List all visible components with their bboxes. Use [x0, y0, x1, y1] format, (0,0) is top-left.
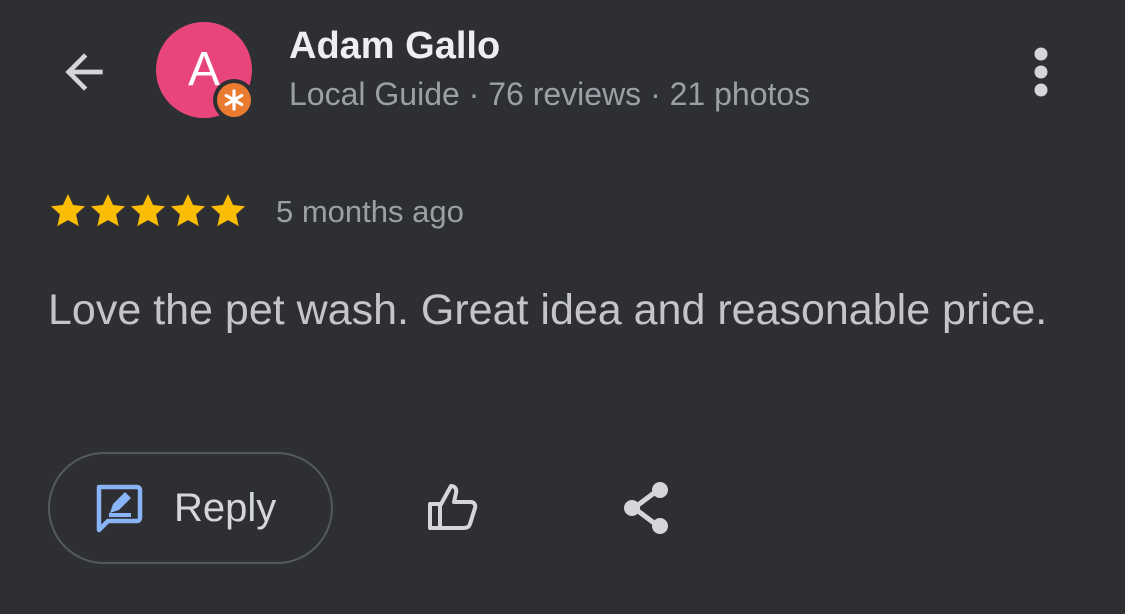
author-name[interactable]: Adam Gallo — [289, 25, 500, 68]
share-button[interactable] — [618, 478, 678, 538]
avatar[interactable]: A — [156, 22, 255, 121]
reply-icon — [96, 484, 143, 533]
star-icon — [170, 194, 206, 227]
star-icon — [130, 194, 166, 227]
local-guide-badge-icon — [213, 79, 255, 121]
author-meta: Local Guide · 76 reviews · 21 photos — [289, 76, 811, 112]
back-button[interactable] — [52, 40, 116, 104]
more-options-button[interactable] — [1016, 40, 1066, 104]
review-detail: A Adam Gallo Local Guide · 76 reviews · … — [0, 0, 1125, 614]
review-time: 5 months ago — [276, 194, 464, 229]
more-vertical-icon — [1034, 47, 1048, 97]
review-text: Love the pet wash. Great idea and reason… — [48, 286, 1048, 334]
share-icon — [624, 482, 668, 534]
star-rating — [48, 191, 248, 231]
like-button[interactable] — [422, 476, 486, 540]
reply-button[interactable]: Reply — [48, 452, 333, 564]
star-icon — [50, 194, 86, 227]
thumbs-up-icon — [428, 484, 478, 530]
arrow-left-icon — [65, 53, 103, 91]
star-icon — [90, 194, 126, 227]
reply-label: Reply — [174, 485, 277, 530]
star-icon — [210, 194, 246, 227]
